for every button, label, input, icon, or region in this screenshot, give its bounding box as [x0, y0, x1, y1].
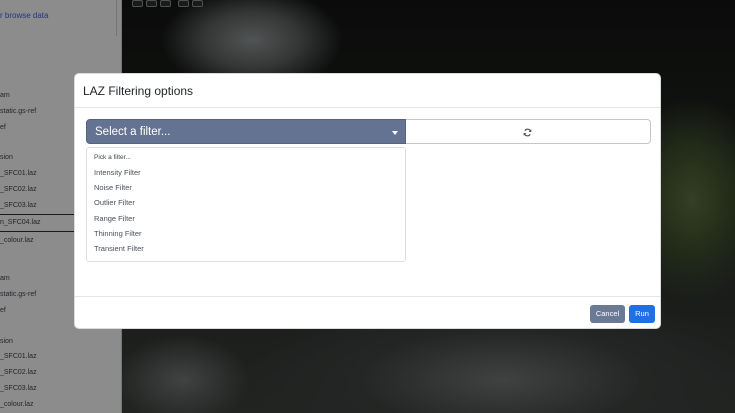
run-button[interactable]: Run	[629, 305, 655, 323]
laz-filtering-dialog: LAZ Filtering options Select a filter...…	[74, 73, 661, 329]
modal-header: LAZ Filtering options	[75, 74, 660, 108]
modal-footer: Cancel Run	[75, 296, 660, 330]
dropdown-option-intensity[interactable]: Intensity Filter	[94, 168, 141, 177]
refresh-button[interactable]	[406, 119, 651, 144]
dropdown-option-transient[interactable]: Transient Filter	[94, 244, 144, 253]
dropdown-option-thinning[interactable]: Thinning Filter	[94, 229, 142, 238]
dropdown-option-noise[interactable]: Noise Filter	[94, 183, 132, 192]
filter-dropdown-menu: Pick a filter... Intensity Filter Noise …	[86, 147, 406, 262]
dropdown-option-outlier[interactable]: Outlier Filter	[94, 198, 135, 207]
dropdown-option-placeholder[interactable]: Pick a filter...	[94, 154, 131, 161]
modal-title: LAZ Filtering options	[83, 84, 194, 98]
cancel-button[interactable]: Cancel	[590, 305, 625, 323]
filter-select[interactable]: Select a filter...	[86, 119, 406, 144]
chevron-down-icon	[392, 131, 398, 135]
refresh-icon	[523, 128, 532, 137]
filter-select-label: Select a filter...	[95, 126, 171, 138]
dropdown-option-range[interactable]: Range Filter	[94, 214, 135, 223]
